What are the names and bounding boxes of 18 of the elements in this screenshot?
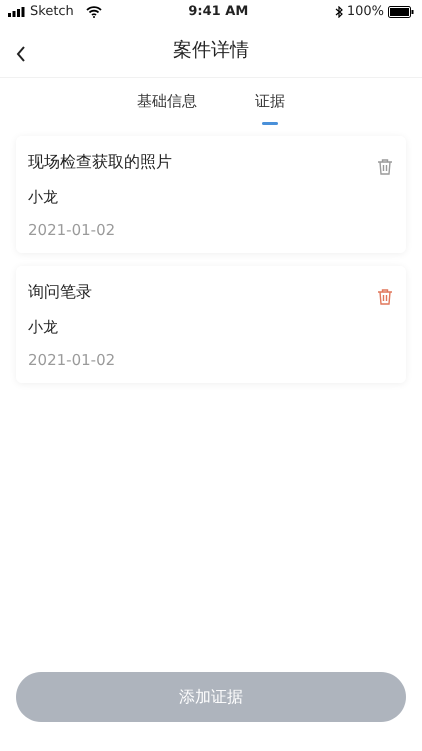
evidence-title: 现场检查获取的照片 [28,151,173,173]
bluetooth-icon [334,6,343,18]
battery-percent: 100% [346,3,384,22]
evidence-date: 2021-01-02 [28,220,116,240]
clock-time: 9:41 AM [188,3,248,22]
battery-icon [388,6,414,18]
tab[interactable]: 证据 [255,90,285,124]
evidence-person: 小龙 [28,317,59,338]
evidence-card[interactable]: 询问笔录 小龙 2021-01-02 [16,266,406,383]
evidence-card[interactable]: 现场检查获取的照片 小龙 2021-01-02 [16,136,406,253]
carrier-name: Sketch [30,3,74,22]
wifi-icon [86,6,102,18]
evidence-person: 小龙 [28,187,59,208]
tab[interactable]: 基础信息 [137,90,197,124]
evidence-date: 2021-01-02 [28,350,116,370]
signal-icon [8,7,26,17]
page-title: 案件详情 [173,38,249,64]
evidence-title: 询问笔录 [28,281,93,303]
